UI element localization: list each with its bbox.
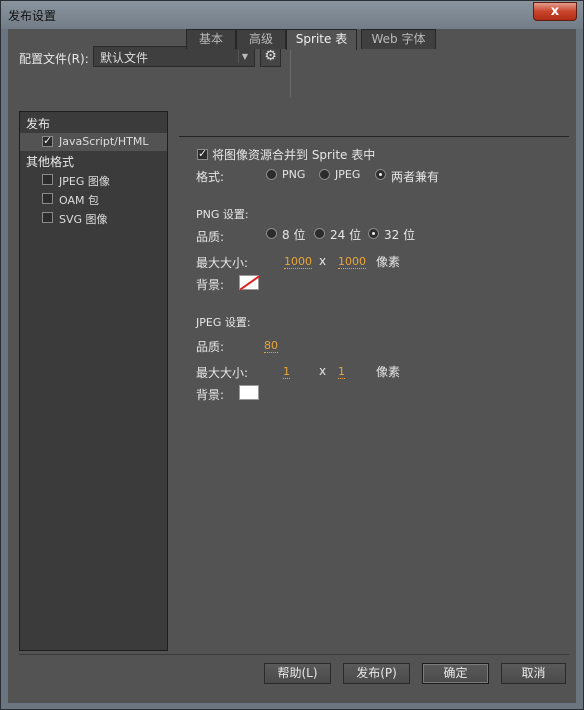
png-8bit-radio[interactable] [266,228,277,239]
png-size-unit: 像素 [376,255,401,269]
publish-settings-window: 发布设置 x 配置文件(R): 默认文件 ▼ ⚙ 发布 JavaScript/H… [0,0,584,710]
png-height-field[interactable]: 1000 [338,255,366,269]
target-item-jpeg[interactable]: JPEG 图像 [20,171,167,189]
merge-sprite-label: 将图像资源合并到 Sprite 表中 [212,148,376,162]
target-label: JPEG 图像 [59,175,110,188]
target-item-svg[interactable]: SVG 图像 [20,209,167,227]
close-button[interactable]: x [533,2,577,21]
target-list: 发布 JavaScript/HTML 其他格式 JPEG 图像 OAM 包 SV… [19,111,168,651]
jpeg-settings-heading: JPEG 设置: [196,316,251,329]
dialog-body: 配置文件(R): 默认文件 ▼ ⚙ 发布 JavaScript/HTML 其他格… [8,29,576,703]
jpeg-size-unit: 像素 [376,365,401,379]
divider [290,43,291,97]
close-icon: x [550,4,560,19]
title-bar[interactable]: 发布设置 x [1,1,583,29]
png-maxsize-label: 最大大小: [196,256,249,270]
jpeg-size-separator: x [319,364,327,378]
window-title: 发布设置 [8,9,57,23]
png-size-separator: x [319,254,327,268]
jpeg-width-field[interactable]: 1 [283,365,290,379]
divider [19,654,569,655]
publish-button[interactable]: 发布(P) [343,663,410,684]
format-both-label: 两者兼有 [391,170,440,184]
tab-advanced[interactable]: 高级 [236,29,286,49]
jpeg-height-field[interactable]: 1 [338,365,345,379]
target-label: SVG 图像 [59,213,108,226]
png-32bit-radio[interactable] [368,228,379,239]
png-8bit-label: 8 位 [282,228,306,242]
merge-sprite-checkbox[interactable] [197,147,208,160]
other-formats-heading: 其他格式 [26,155,75,169]
chevron-down-icon: ▼ [238,50,251,63]
tab-basic[interactable]: 基本 [186,29,236,49]
target-item-oam[interactable]: OAM 包 [20,190,167,208]
profile-value: 默认文件 [100,51,149,65]
profile-label: 配置文件(R): [19,52,89,66]
jpeg-checkbox[interactable] [42,174,53,185]
format-png-label: PNG [282,168,306,181]
png-quality-label: 品质: [196,230,225,244]
tab-web-fonts[interactable]: Web 字体 [361,29,436,49]
format-png-radio[interactable] [266,169,277,180]
ok-button[interactable]: 确定 [422,663,489,684]
jpeg-bg-label: 背景: [196,388,225,402]
png-bg-color-swatch[interactable] [239,275,259,290]
publish-heading: 发布 [26,117,51,131]
format-jpeg-label: JPEG [335,168,361,181]
oam-checkbox[interactable] [42,193,53,204]
target-label: JavaScript/HTML [59,135,149,148]
cancel-button[interactable]: 取消 [501,663,566,684]
png-24bit-radio[interactable] [314,228,325,239]
target-item-javascript-html[interactable]: JavaScript/HTML [20,133,167,151]
png-width-field[interactable]: 1000 [284,255,312,269]
jpeg-quality-label: 品质: [196,340,225,354]
help-button[interactable]: 帮助(L) [264,663,331,684]
svg-checkbox[interactable] [42,212,53,223]
format-label: 格式: [196,170,225,184]
profile-dropdown[interactable]: 默认文件 ▼ [93,46,255,67]
png-24bit-label: 24 位 [330,228,362,242]
jpeg-bg-color-swatch[interactable] [239,385,259,400]
target-label: OAM 包 [59,194,99,207]
png-settings-heading: PNG 设置: [196,208,249,221]
format-jpeg-radio[interactable] [319,169,330,180]
gear-icon: ⚙ [264,48,277,64]
jpeg-maxsize-label: 最大大小: [196,366,249,380]
jpeg-quality-field[interactable]: 80 [264,339,278,353]
tab-sprite-sheet[interactable]: Sprite 表 [286,29,357,50]
png-bg-label: 背景: [196,278,225,292]
png-32bit-label: 32 位 [384,228,416,242]
format-both-radio[interactable] [375,169,386,180]
javascript-html-checkbox[interactable] [42,134,53,147]
profile-options-button[interactable]: ⚙ [260,46,281,67]
